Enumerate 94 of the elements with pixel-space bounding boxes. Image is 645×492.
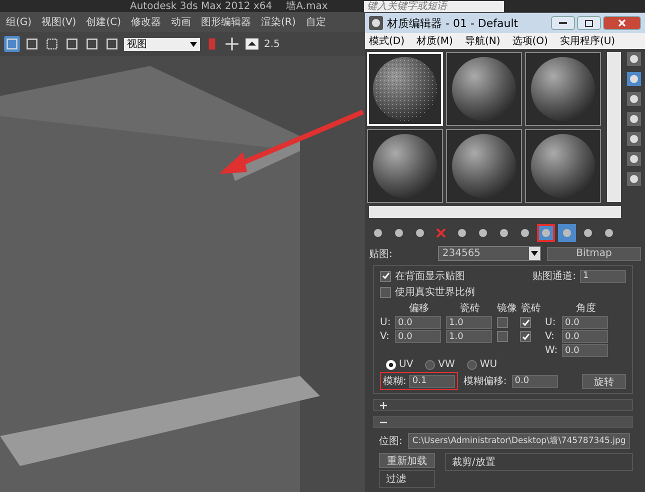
reload-button[interactable]: 重新加载 (379, 453, 435, 468)
mirror-checkbox[interactable] (497, 331, 508, 342)
angle-field[interactable]: 0.0 (562, 344, 608, 357)
menu-item[interactable]: 实用程序(U) (560, 34, 616, 48)
menu-item[interactable]: 修改器 (131, 15, 162, 29)
tool-icon[interactable] (244, 36, 260, 52)
tool-icon[interactable] (44, 36, 60, 52)
offset-field[interactable]: 0.0 (395, 316, 441, 329)
radio-label: UV (399, 359, 414, 370)
checkbox[interactable] (380, 286, 391, 298)
file-name: 墙A.max (286, 0, 328, 13)
axis-label: U: (380, 317, 392, 328)
angle-field[interactable]: 0.0 (562, 316, 608, 329)
caret-icon (531, 251, 538, 256)
close-button[interactable] (603, 16, 641, 30)
tool-icon (393, 227, 405, 239)
menu-item[interactable]: 选项(O) (512, 34, 548, 48)
offset-field[interactable]: 0.0 (395, 330, 441, 343)
map-channel-field[interactable]: 1 (580, 270, 626, 282)
radio-button[interactable] (425, 360, 436, 370)
blur-field[interactable]: 0.1 (409, 374, 456, 388)
checkbox[interactable] (380, 270, 391, 282)
menu-item[interactable]: 模式(D) (369, 34, 405, 48)
menu-item[interactable]: 创建(C) (86, 15, 122, 29)
mirror-checkbox[interactable] (497, 317, 508, 328)
tool-icon[interactable] (64, 36, 80, 52)
move-icon[interactable] (224, 36, 240, 52)
tool-icon (477, 227, 489, 239)
column-header: 瓷砖 (520, 302, 542, 315)
checkbox-label: 在背面显示贴图 (395, 270, 465, 283)
scrollbar[interactable] (607, 52, 621, 202)
map-dropdown[interactable]: 234565 (438, 246, 541, 261)
blur-offset-label: 模糊偏移: (463, 374, 507, 388)
window-title: 材质编辑器 - 01 - Default (387, 16, 518, 30)
tool-icon (498, 227, 510, 239)
delete-icon (435, 227, 447, 239)
radio-label: VW (438, 359, 455, 370)
column-header: 瓷砖 (459, 302, 481, 315)
map-type-button[interactable]: Bitmap (547, 246, 641, 260)
tool-icon (582, 227, 594, 239)
rotate-button[interactable]: 旋转 (582, 374, 626, 388)
view-dropdown[interactable]: 视图 (124, 38, 200, 50)
checkbox-label: 使用真实世界比例 (395, 286, 475, 299)
toolbar-value: 2.5 (264, 38, 280, 50)
tool-icon (603, 227, 615, 239)
menu-item[interactable]: 渲染(R) (261, 15, 296, 29)
bitmap-label: 位图: (379, 435, 402, 448)
tool-icon[interactable] (84, 36, 100, 52)
app-title: Autodesk 3ds Max 2012 x64 (130, 0, 272, 12)
axis-label: V: (380, 331, 390, 342)
caret-icon (190, 42, 197, 46)
map-channel-label: 贴图通道: (532, 270, 576, 283)
tile-checkbox[interactable] (520, 331, 531, 342)
radio-button[interactable] (466, 360, 477, 370)
menu-item[interactable]: 自定 (306, 15, 326, 29)
menu-item[interactable]: 导航(N) (464, 34, 500, 48)
menu-item[interactable]: 图形编辑器 (201, 15, 252, 29)
filter-group: 过滤 (379, 470, 435, 488)
tool-icon[interactable] (24, 36, 40, 52)
tiling-field[interactable]: 1.0 (446, 330, 492, 343)
tiling-field[interactable]: 1.0 (446, 316, 492, 329)
menu-item[interactable]: 材质(M) (416, 34, 453, 48)
check-mark-icon (382, 272, 390, 280)
menu-item[interactable]: 动画 (171, 15, 192, 29)
radio-label: WU (480, 359, 498, 370)
tool-icon (540, 227, 552, 239)
column-header: 偏移 (408, 302, 430, 315)
blur-offset-field[interactable]: 0.0 (512, 374, 558, 388)
axis-label: V: (545, 331, 556, 342)
maximize-button[interactable] (577, 16, 601, 30)
tool-icon (414, 227, 426, 239)
tool-icon (519, 227, 531, 239)
axis-label: W: (545, 345, 559, 356)
tool-icon (456, 227, 468, 239)
axis-label: U: (545, 317, 557, 328)
tool-icon[interactable] (104, 36, 120, 52)
tool-icon (372, 227, 384, 239)
maximize-icon (585, 20, 593, 26)
angle-field[interactable]: 0.0 (562, 330, 608, 343)
column-header: 镜像 (497, 302, 517, 315)
map-label: 贴图: (369, 248, 392, 260)
minimize-button[interactable] (551, 16, 575, 30)
bitmap-path-button[interactable]: C:\Users\Administrator\Desktop\墙\745787345.jpg (408, 433, 630, 449)
close-icon (618, 19, 626, 27)
crop-group: 裁剪/放置 (445, 453, 633, 471)
blur-label: 模糊: (383, 374, 406, 388)
tile-checkbox[interactable] (520, 317, 531, 328)
tool-icon (561, 227, 573, 239)
minimize-icon (559, 22, 567, 24)
scrollbar[interactable] (369, 206, 621, 218)
app-icon (369, 16, 383, 30)
menu-item[interactable]: 视图(V) (42, 15, 76, 29)
column-header: 角度 (575, 302, 597, 315)
menu-item[interactable]: 组(G) (6, 15, 32, 29)
